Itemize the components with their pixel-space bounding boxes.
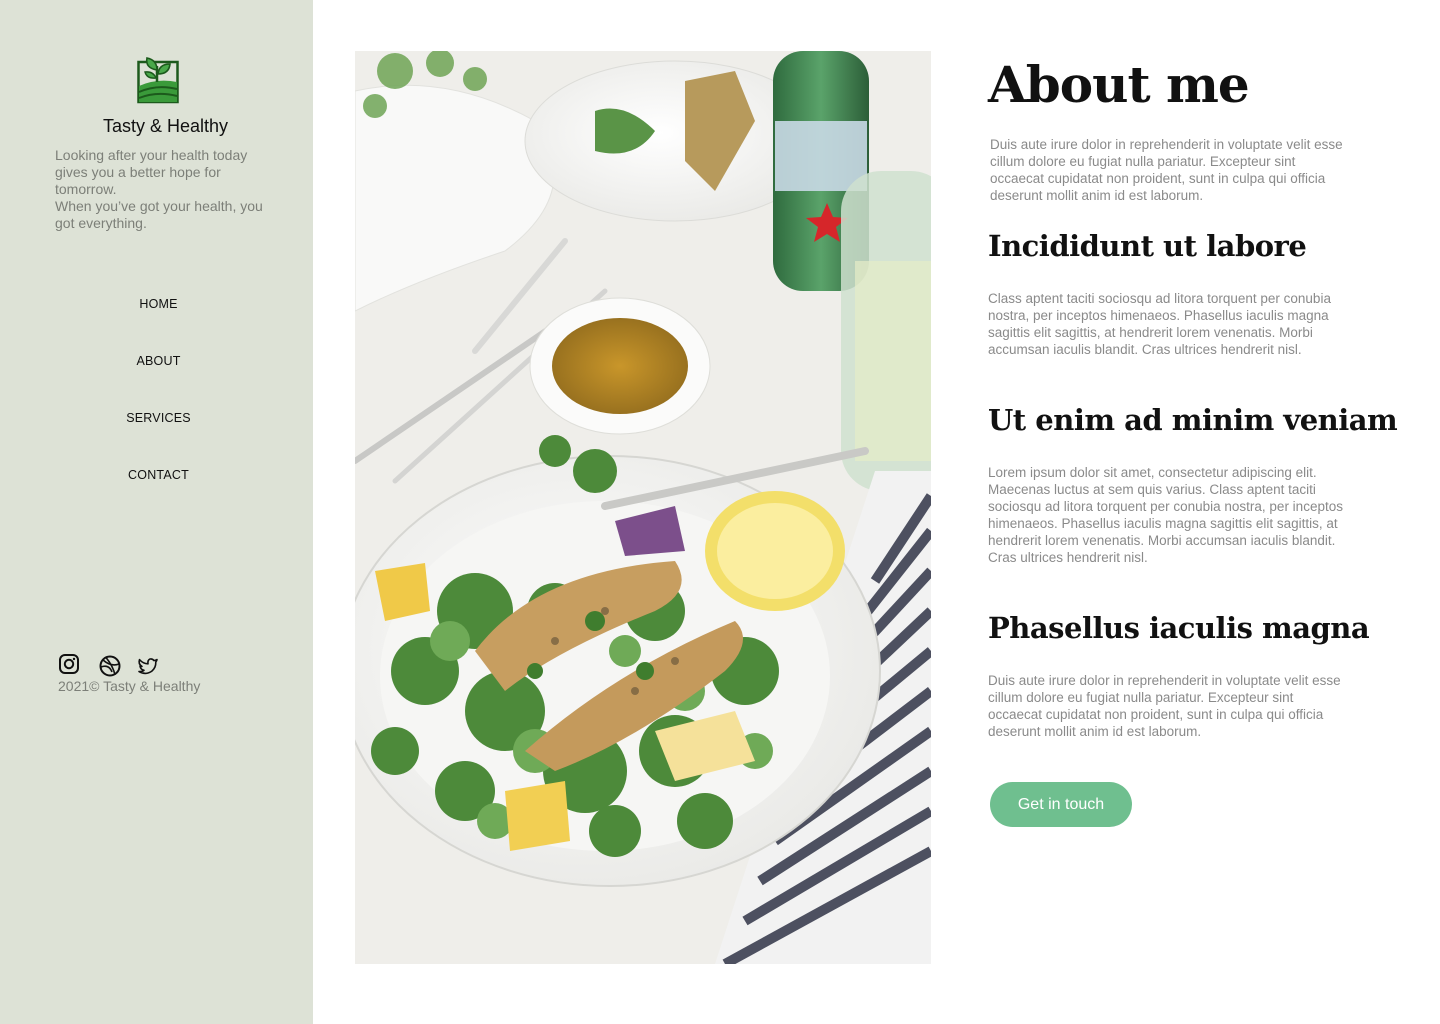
nav-item-about[interactable]: ABOUT — [0, 353, 317, 410]
twitter-icon[interactable] — [137, 655, 159, 677]
section-heading: Ut enim ad minim veniam — [988, 403, 1398, 437]
copyright: 2021© Tasty & Healthy — [58, 678, 201, 694]
section-heading: Phasellus iaculis magna — [988, 611, 1370, 645]
social-links — [58, 653, 159, 677]
section-text: Lorem ipsum dolor sit amet, consectetur … — [988, 465, 1343, 565]
intro-text: Duis aute irure dolor in reprehenderit i… — [990, 137, 1343, 203]
brand-name: Tasty & Healthy — [102, 116, 229, 136]
tagline-line: Looking after your health today gives yo… — [55, 147, 248, 197]
sidebar: Tasty & Healthy Looking after your healt… — [0, 0, 313, 1024]
main-nav: HOME ABOUT SERVICES CONTACT — [0, 296, 317, 524]
food-illustration — [355, 51, 931, 964]
nav-item-services[interactable]: SERVICES — [0, 410, 317, 467]
dribbble-icon[interactable] — [99, 655, 121, 677]
nav-item-home[interactable]: HOME — [0, 296, 317, 353]
section-heading: Incididunt ut labore — [988, 229, 1307, 263]
get-in-touch-button[interactable]: Get in touch — [990, 782, 1132, 827]
page-title: About me — [988, 55, 1250, 114]
tagline-line: When you’ve got your health, you got eve… — [55, 198, 263, 231]
section-text: Duis aute irure dolor in reprehenderit i… — [988, 673, 1341, 739]
brand-tagline: Looking after your health today gives yo… — [55, 147, 275, 232]
leaf-field-logo[interactable] — [137, 52, 179, 104]
nav-item-contact[interactable]: CONTACT — [0, 467, 317, 524]
instagram-icon[interactable] — [58, 653, 80, 675]
section-text: Class aptent taciti sociosqu ad litora t… — [988, 291, 1331, 357]
food-photo — [355, 51, 931, 964]
